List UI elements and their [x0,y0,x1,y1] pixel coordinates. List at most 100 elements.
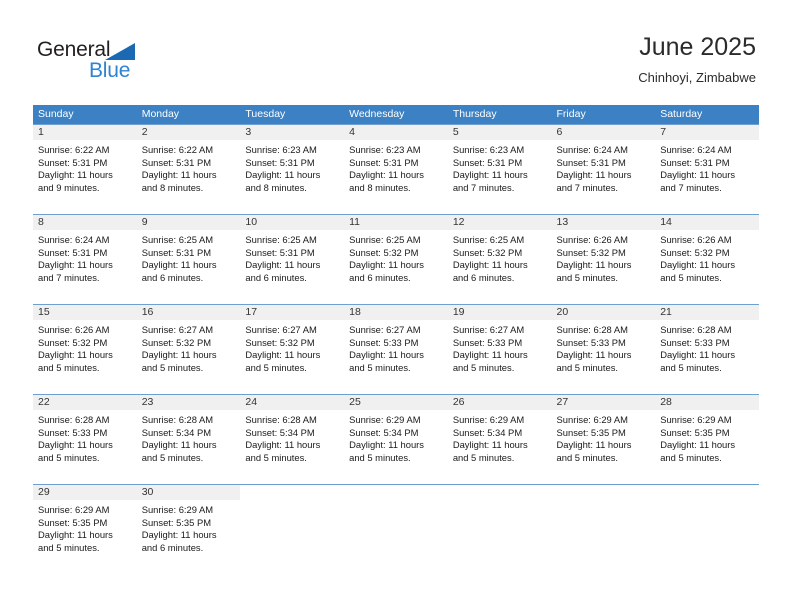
daylight-text-line1: Daylight: 11 hours [660,349,736,361]
daylight-text-line1: Daylight: 11 hours [349,169,424,181]
daylight-text-line1: Daylight: 11 hours [245,259,321,271]
day-details: Sunrise: 6:26 AM Sunset: 5:32 PM Dayligh… [655,230,759,284]
day-details: Sunrise: 6:28 AM Sunset: 5:34 PM Dayligh… [240,410,344,464]
day-cell[interactable]: 29 Sunrise: 6:29 AM Sunset: 5:35 PM Dayl… [33,485,137,574]
day-cell[interactable]: 11 Sunrise: 6:25 AM Sunset: 5:32 PM Dayl… [344,215,448,304]
day-cell[interactable]: 27 Sunrise: 6:29 AM Sunset: 5:35 PM Dayl… [551,395,656,484]
day-cell[interactable]: 22 Sunrise: 6:28 AM Sunset: 5:33 PM Dayl… [33,395,137,484]
day-cell[interactable]: 24 Sunrise: 6:28 AM Sunset: 5:34 PM Dayl… [240,395,345,484]
day-cell[interactable]: 3 Sunrise: 6:23 AM Sunset: 5:31 PM Dayli… [240,125,345,214]
day-cell[interactable]: 7 Sunrise: 6:24 AM Sunset: 5:31 PM Dayli… [655,125,759,214]
day-number: 7 [660,126,667,138]
day-number: 9 [141,216,148,228]
sunrise-text: Sunrise: 6:26 AM [38,324,110,335]
day-number-band [655,485,759,500]
day-cell[interactable]: 10 Sunrise: 6:25 AM Sunset: 5:31 PM Dayl… [240,215,345,304]
sunrise-text: Sunrise: 6:23 AM [349,144,421,155]
day-number: 1 [38,126,44,138]
day-cell[interactable]: 16 Sunrise: 6:27 AM Sunset: 5:32 PM Dayl… [136,305,241,394]
day-cell[interactable]: 26 Sunrise: 6:29 AM Sunset: 5:34 PM Dayl… [447,395,552,484]
sunrise-text: Sunrise: 6:26 AM [660,234,732,245]
sunset-text: Sunset: 5:31 PM [38,156,108,168]
sunset-text: Sunset: 5:31 PM [452,156,523,168]
day-number: 5 [452,126,459,138]
daylight-text-line2: and 5 minutes. [141,451,204,463]
daylight-text-line1: Daylight: 11 hours [141,169,217,181]
daylight-text-line2: and 6 minutes. [141,271,204,283]
day-cell[interactable]: 15 Sunrise: 6:26 AM Sunset: 5:32 PM Dayl… [33,305,137,394]
sunset-text: Sunset: 5:32 PM [660,246,730,258]
calendar-week-row: 1 Sunrise: 6:22 AM Sunset: 5:31 PM Dayli… [33,124,759,214]
day-cell[interactable]: 8 Sunrise: 6:24 AM Sunset: 5:31 PM Dayli… [33,215,137,304]
day-cell[interactable]: 9 Sunrise: 6:25 AM Sunset: 5:31 PM Dayli… [136,215,241,304]
daylight-text-line2: and 5 minutes. [452,361,515,373]
daylight-text-line1: Daylight: 11 hours [349,259,424,271]
sunrise-text: Sunrise: 6:25 AM [245,234,317,245]
sunrise-text: Sunrise: 6:28 AM [38,414,110,425]
day-number-band: 16 [136,305,241,320]
sunset-text: Sunset: 5:31 PM [245,246,315,258]
sunrise-text: Sunrise: 6:28 AM [245,414,317,425]
day-cell-empty [552,485,656,574]
daylight-text-line2: and 5 minutes. [38,361,100,373]
daylight-text-line2: and 7 minutes. [38,271,100,283]
daylight-text-line1: Daylight: 11 hours [245,349,321,361]
day-number-band: 24 [240,395,345,410]
daylight-text-line2: and 5 minutes. [556,361,619,373]
day-cell[interactable]: 4 Sunrise: 6:23 AM Sunset: 5:31 PM Dayli… [344,125,448,214]
sunrise-text: Sunrise: 6:25 AM [452,234,525,245]
day-details: Sunrise: 6:24 AM Sunset: 5:31 PM Dayligh… [655,140,759,194]
day-cell-empty [240,485,344,574]
daylight-text-line1: Daylight: 11 hours [245,169,321,181]
sunrise-text: Sunrise: 6:28 AM [556,324,628,335]
day-cell[interactable]: 14 Sunrise: 6:26 AM Sunset: 5:32 PM Dayl… [655,215,759,304]
day-cell[interactable]: 20 Sunrise: 6:28 AM Sunset: 5:33 PM Dayl… [551,305,656,394]
sunrise-text: Sunrise: 6:25 AM [349,234,421,245]
day-number: 29 [38,486,50,498]
day-cell[interactable]: 12 Sunrise: 6:25 AM Sunset: 5:32 PM Dayl… [447,215,552,304]
day-details: Sunrise: 6:29 AM Sunset: 5:35 PM Dayligh… [137,500,241,554]
daylight-text-line2: and 7 minutes. [452,181,515,193]
day-cell[interactable]: 17 Sunrise: 6:27 AM Sunset: 5:32 PM Dayl… [240,305,345,394]
sunset-text: Sunset: 5:33 PM [452,336,523,348]
daylight-text-line1: Daylight: 11 hours [38,349,113,361]
day-cell[interactable]: 23 Sunrise: 6:28 AM Sunset: 5:34 PM Dayl… [136,395,241,484]
day-number: 2 [141,126,148,138]
sunset-text: Sunset: 5:31 PM [245,156,315,168]
day-details: Sunrise: 6:29 AM Sunset: 5:35 PM Dayligh… [655,410,759,464]
day-number-band [240,485,344,500]
day-details: Sunrise: 6:27 AM Sunset: 5:33 PM Dayligh… [344,320,448,374]
day-cell[interactable]: 18 Sunrise: 6:27 AM Sunset: 5:33 PM Dayl… [344,305,448,394]
day-cell[interactable]: 1 Sunrise: 6:22 AM Sunset: 5:31 PM Dayli… [33,125,137,214]
sunset-text: Sunset: 5:33 PM [38,426,108,438]
day-cell[interactable]: 6 Sunrise: 6:24 AM Sunset: 5:31 PM Dayli… [551,125,656,214]
day-number-band: 21 [655,305,759,320]
day-number-band: 9 [136,215,241,230]
day-cell[interactable]: 25 Sunrise: 6:29 AM Sunset: 5:34 PM Dayl… [344,395,448,484]
daylight-text-line2: and 8 minutes. [349,181,411,193]
day-cell[interactable]: 13 Sunrise: 6:26 AM Sunset: 5:32 PM Dayl… [551,215,656,304]
day-cell[interactable]: 19 Sunrise: 6:27 AM Sunset: 5:33 PM Dayl… [447,305,552,394]
daylight-text-line2: and 5 minutes. [452,451,515,463]
day-details: Sunrise: 6:23 AM Sunset: 5:31 PM Dayligh… [240,140,344,194]
day-cell-empty [655,485,759,574]
day-number: 24 [245,396,258,408]
day-details: Sunrise: 6:29 AM Sunset: 5:34 PM Dayligh… [448,410,552,464]
day-number-band: 11 [344,215,448,230]
daylight-text-line1: Daylight: 11 hours [452,259,528,271]
sunset-text: Sunset: 5:35 PM [141,516,212,528]
day-number: 11 [349,216,361,228]
day-cell[interactable]: 28 Sunrise: 6:29 AM Sunset: 5:35 PM Dayl… [655,395,759,484]
day-cell[interactable]: 5 Sunrise: 6:23 AM Sunset: 5:31 PM Dayli… [447,125,552,214]
day-cell[interactable]: 2 Sunrise: 6:22 AM Sunset: 5:31 PM Dayli… [136,125,241,214]
day-cell[interactable]: 21 Sunrise: 6:28 AM Sunset: 5:33 PM Dayl… [655,305,759,394]
day-number: 17 [245,306,258,318]
day-number-band: 23 [136,395,241,410]
day-cell[interactable]: 30 Sunrise: 6:29 AM Sunset: 5:35 PM Dayl… [136,485,241,574]
daylight-text-line1: Daylight: 11 hours [556,259,632,271]
sunrise-text: Sunrise: 6:24 AM [556,144,628,155]
day-number-band: 18 [344,305,448,320]
day-details: Sunrise: 6:26 AM Sunset: 5:32 PM Dayligh… [33,320,137,374]
daylight-text-line1: Daylight: 11 hours [349,349,424,361]
day-details: Sunrise: 6:24 AM Sunset: 5:31 PM Dayligh… [33,230,137,284]
